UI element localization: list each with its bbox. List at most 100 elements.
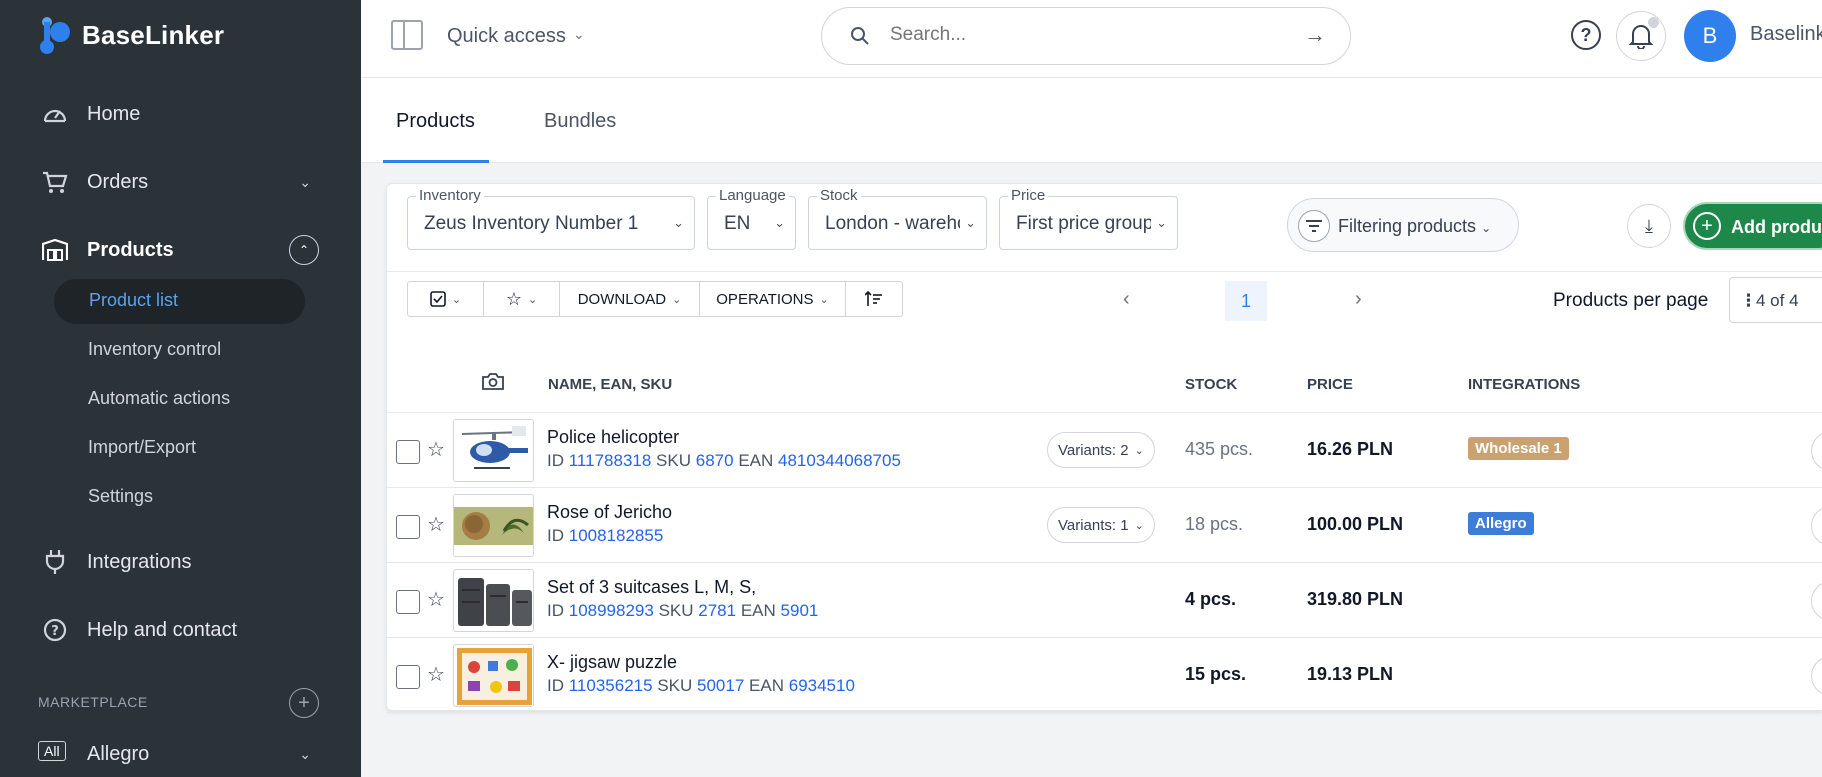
product-ean-link[interactable]: 6934510 — [789, 676, 855, 695]
product-sku-link[interactable]: 50017 — [697, 676, 744, 695]
product-id-link[interactable]: 108998293 — [569, 601, 654, 620]
table-row[interactable]: ☆ Police helicopter ID 111788318 SKU 687… — [387, 413, 1822, 488]
integration-badge[interactable]: Wholesale 1 — [1468, 437, 1569, 460]
help-icon: ? — [42, 617, 68, 643]
sidebar-toggle-icon[interactable] — [391, 20, 423, 50]
product-id-link[interactable]: 110356215 — [569, 676, 653, 695]
product-name[interactable]: Set of 3 suitcases L, M, S, — [547, 577, 756, 598]
sidebar-item-integrations[interactable]: Integrations — [0, 536, 361, 588]
inventory-select[interactable]: Inventory Zeus Inventory Number 1 ⌄ — [407, 187, 695, 250]
table-row[interactable]: ☆ Set of 3 suitcases L, M, S, ID 1089982… — [387, 563, 1822, 638]
row-checkbox[interactable] — [396, 515, 420, 539]
price-label: Price — [1008, 187, 1049, 204]
tab-bundles[interactable]: Bundles — [544, 110, 616, 133]
product-name[interactable]: X- jigsaw puzzle — [547, 652, 677, 673]
sidebar-subitem-product-list[interactable]: Product list — [54, 279, 305, 324]
notification-dot — [1648, 17, 1659, 28]
product-thumbnail[interactable] — [453, 644, 534, 707]
product-sku-link[interactable]: 6870 — [696, 451, 734, 470]
user-name[interactable]: Baselinker — [1750, 23, 1822, 46]
sidebar-item-home[interactable]: Home — [0, 88, 361, 140]
download-dropdown[interactable]: DOWNLOAD ⌄ — [560, 282, 700, 316]
add-product-button[interactable]: + Add product — [1683, 202, 1822, 250]
integration-badge[interactable]: Allegro — [1468, 512, 1534, 535]
previous-page-icon[interactable]: ‹ — [1123, 288, 1130, 311]
search-input[interactable] — [890, 24, 1290, 46]
baselinker-logo-icon — [40, 17, 70, 54]
variants-dropdown[interactable]: Variants: 1 ⌄ — [1047, 507, 1155, 543]
sidebar-subitem-settings[interactable]: Settings — [88, 486, 153, 507]
row-action-button[interactable] — [1811, 656, 1822, 696]
product-stock: 435 pcs. — [1185, 439, 1254, 459]
filtering-products-button[interactable]: Filtering products ⌄ — [1287, 198, 1519, 252]
table-row[interactable]: ☆ X- jigsaw puzzle ID 110356215 SKU 5001… — [387, 638, 1822, 713]
product-identifiers: ID 1008182855 — [547, 526, 664, 545]
operations-dropdown[interactable]: OPERATIONS ⌄ — [700, 282, 846, 316]
star-icon[interactable]: ☆ — [427, 587, 445, 612]
product-stock: 4 pcs. — [1185, 589, 1237, 609]
inventory-label: Inventory — [416, 187, 484, 204]
chevron-down-icon: ⌄ — [451, 293, 462, 306]
products-per-page-select[interactable]: ⋮ 4 of 4 — [1729, 277, 1822, 323]
product-ean-link[interactable]: 5901 — [781, 601, 819, 620]
column-header-price[interactable]: PRICE — [1307, 376, 1353, 393]
sidebar-item-help[interactable]: ? Help and contact — [0, 604, 361, 656]
all-badge: All — [38, 741, 66, 761]
row-action-button[interactable] — [1811, 581, 1822, 621]
row-action-button[interactable] — [1811, 506, 1822, 546]
product-thumbnail[interactable] — [453, 569, 534, 632]
stock-select[interactable]: Stock London - warehouse ⌄ — [808, 187, 987, 250]
row-checkbox[interactable] — [396, 590, 420, 614]
arrow-right-icon[interactable]: → — [1304, 22, 1326, 48]
table-row[interactable]: ☆ Rose of Jericho ID 1008182855 Variants… — [387, 488, 1822, 563]
column-header-stock[interactable]: STOCK — [1185, 376, 1237, 393]
quick-access-label[interactable]: Quick access — [447, 25, 566, 48]
product-thumbnail[interactable] — [453, 494, 534, 557]
chevron-up-icon[interactable]: ⌃ — [289, 235, 319, 265]
next-page-icon[interactable]: › — [1355, 288, 1362, 311]
add-product-label: Add product — [1731, 217, 1822, 237]
download-icon[interactable]: ⤓ — [1627, 204, 1671, 248]
language-select[interactable]: Language EN ⌄ — [707, 187, 796, 250]
favorites-dropdown[interactable]: ☆ ⌄ — [484, 282, 560, 316]
tab-products[interactable]: Products — [396, 110, 475, 133]
sidebar-subitem-import-export[interactable]: Import/Export — [88, 437, 196, 458]
product-ean-link[interactable]: 4810344068705 — [778, 451, 901, 470]
help-icon[interactable]: ? — [1571, 20, 1601, 50]
variants-dropdown[interactable]: Variants: 2 ⌄ — [1047, 432, 1155, 468]
row-action-button[interactable] — [1811, 431, 1822, 471]
inventory-value: Zeus Inventory Number 1 — [424, 213, 639, 234]
add-marketplace-icon[interactable]: + — [289, 688, 319, 718]
helicopter-image — [454, 420, 533, 481]
current-page[interactable]: 1 — [1225, 281, 1267, 321]
column-header-name[interactable]: NAME, EAN, SKU — [548, 376, 672, 393]
product-id-link[interactable]: 111788318 — [569, 451, 652, 470]
sidebar-item-products[interactable]: Products ⌃ — [0, 224, 361, 276]
product-name[interactable]: Police helicopter — [547, 427, 679, 448]
sort-button[interactable] — [846, 282, 902, 316]
chevron-down-icon[interactable]: ⌄ — [573, 26, 585, 43]
chevron-down-icon: ⌄ — [299, 745, 311, 762]
product-sku-link[interactable]: 2781 — [698, 601, 736, 620]
star-icon[interactable]: ☆ — [427, 662, 445, 687]
sidebar-item-orders[interactable]: Orders ⌄ — [0, 156, 361, 208]
divider — [387, 271, 1822, 272]
product-id-link[interactable]: 1008182855 — [569, 526, 664, 545]
chevron-down-icon: ⌄ — [673, 215, 684, 230]
product-name[interactable]: Rose of Jericho — [547, 502, 672, 523]
logo[interactable]: BaseLinker — [38, 14, 224, 56]
plus-icon: + — [1693, 212, 1721, 240]
product-thumbnail[interactable] — [453, 419, 534, 482]
row-checkbox[interactable] — [396, 665, 420, 689]
avatar[interactable]: B — [1684, 10, 1736, 62]
sidebar-subitem-inventory-control[interactable]: Inventory control — [88, 339, 221, 360]
sidebar-item-label: Home — [87, 102, 141, 125]
price-select[interactable]: Price First price group ⌄ — [999, 187, 1178, 250]
sidebar-subitem-automatic-actions[interactable]: Automatic actions — [88, 388, 230, 409]
select-all-dropdown[interactable]: ⌄ — [408, 282, 484, 316]
star-icon[interactable]: ☆ — [427, 437, 445, 462]
star-icon[interactable]: ☆ — [427, 512, 445, 537]
notifications-button[interactable] — [1616, 11, 1666, 61]
column-header-integrations[interactable]: INTEGRATIONS — [1468, 376, 1580, 393]
row-checkbox[interactable] — [396, 440, 420, 464]
